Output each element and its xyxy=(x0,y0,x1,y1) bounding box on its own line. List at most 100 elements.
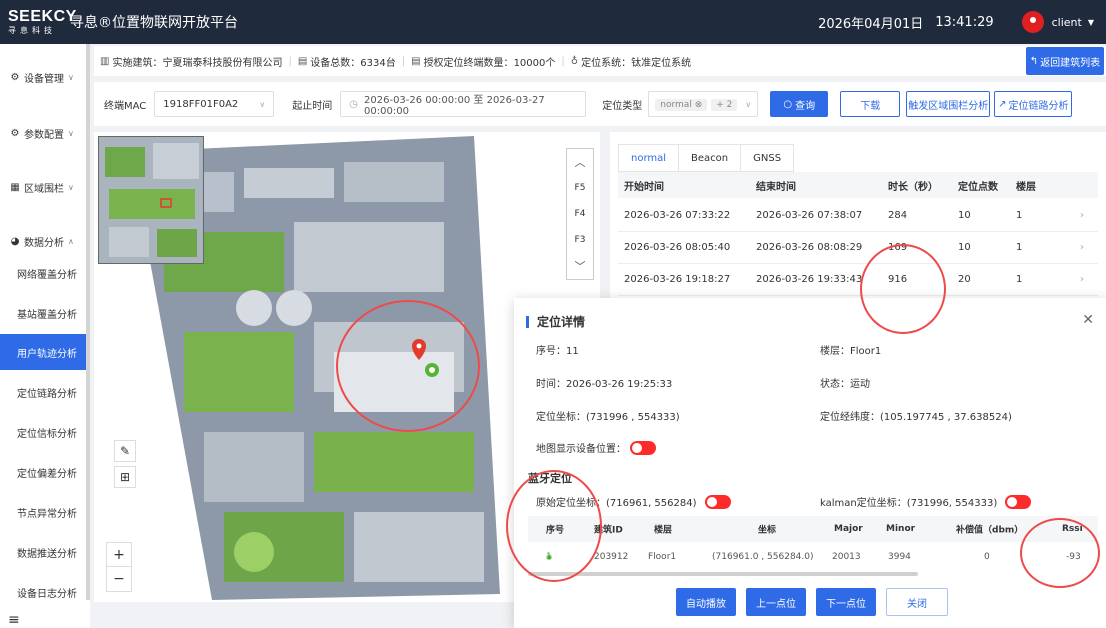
floor-option[interactable]: F4 xyxy=(567,201,593,227)
detail-status: 状态：运动 xyxy=(820,379,870,390)
logo-sub: 寻息科技 xyxy=(8,26,56,35)
grid-icon[interactable]: ⊞ xyxy=(114,466,136,488)
sidebar-item-device-log[interactable]: 设备日志分析 xyxy=(0,574,86,610)
system-name: 钛准定位系统 xyxy=(631,57,692,69)
track-tabs: normal Beacon GNSS xyxy=(618,144,795,172)
type-more-tag: + 2 xyxy=(711,98,738,111)
track-table-header: 开始时间 结束时间 时长（秒） 定位点数 楼层 xyxy=(618,172,1098,198)
chevron-down-icon: ∨ xyxy=(68,183,74,192)
type-label: 定位类型 xyxy=(602,100,643,112)
building-icon: ▥ xyxy=(100,55,110,67)
system-label: 定位系统： xyxy=(581,57,632,69)
sidebar-item-data-push[interactable]: 数据推送分析 xyxy=(0,534,86,570)
kalman-coord-toggle[interactable] xyxy=(1005,494,1032,509)
sidebar-item-node-anomaly[interactable]: 节点异常分析 xyxy=(0,494,86,530)
sidebar-item-network-coverage[interactable]: 网络覆盖分析 xyxy=(0,255,86,291)
pie-chart-icon: ◕ xyxy=(10,236,20,247)
fence-analysis-button[interactable]: 触发区域围栏分析 xyxy=(906,91,991,117)
device-count: 6334台 xyxy=(360,57,396,69)
fence-icon: ▦ xyxy=(10,182,20,193)
table-row[interactable]: 2026-03-26 07:33:22 2026-03-26 07:38:07 28… xyxy=(618,200,1098,232)
annotation-circle-duration xyxy=(860,244,946,334)
tab-beacon[interactable]: Beacon xyxy=(679,145,742,171)
sidebar-scrollbar[interactable] xyxy=(86,44,90,600)
building-label: 实施建筑： xyxy=(112,57,163,69)
sidebar: ⚙ 设备管理 ∨ ⚙ 参数配置 ∨ ▦ 区域围栏 ∨ ◕ 数据分析 ∧ 网络覆盖… xyxy=(0,44,90,628)
detail-seq: 序号：11 xyxy=(536,346,579,357)
time-range-picker[interactable]: ◷ 2026-03-26 00:00:00 至 2026-03-27 00:00… xyxy=(340,91,587,117)
mac-label: 终端MAC xyxy=(104,100,147,112)
type-tag[interactable]: normal ⊗ xyxy=(655,98,708,111)
chevron-right-icon: › xyxy=(1080,242,1084,253)
show-device-row: 地图显示设备位置： xyxy=(536,440,656,455)
building-name: 宁夏瑞泰科技股份有限公司 xyxy=(162,57,283,69)
link-analysis-button[interactable]: ↗ 定位链路分析 xyxy=(994,91,1073,117)
table-row[interactable]: 2026-03-26 19:18:27 2026-03-26 19:33:43 91… xyxy=(618,264,1098,296)
user-icon xyxy=(1029,17,1036,23)
kalman-coord-label: kalman定位坐标：(731996, 554333) xyxy=(820,498,998,509)
zoom-out-button[interactable]: − xyxy=(107,567,131,591)
sidebar-group-device[interactable]: ⚙ 设备管理 ∨ xyxy=(10,70,74,85)
table-row[interactable]: 2026-03-26 08:05:40 2026-03-26 08:08:29 16… xyxy=(618,232,1098,264)
auth-count-label: 授权定位终端数量： xyxy=(423,57,514,69)
sidebar-item-station-coverage[interactable]: 基站覆盖分析 xyxy=(0,295,86,331)
detail-coord: 定位坐标：(731996 , 554333) xyxy=(536,412,680,423)
user-name[interactable]: client xyxy=(1052,16,1082,29)
menu-collapse-icon[interactable]: ≡ xyxy=(8,612,20,628)
chevron-down-icon: ∨ xyxy=(259,99,266,109)
sidebar-group-fence[interactable]: ▦ 区域围栏 ∨ xyxy=(10,180,74,195)
mac-select[interactable]: 1918FF01F0A2 ∨ xyxy=(154,91,275,117)
detail-floor: 楼层：Floor1 xyxy=(820,346,882,357)
external-link-icon: ↗ xyxy=(998,98,1007,110)
building-info-bar: ▥ 实施建筑： 宁夏瑞泰科技股份有限公司 | ▤ 设备总数： 6334台 | ▤… xyxy=(94,46,1106,76)
back-to-buildings-button[interactable]: ↰ 返回建筑列表 xyxy=(1026,47,1104,75)
location-type-select[interactable]: normal ⊗ + 2 ∨ xyxy=(648,91,759,117)
zoom-control: + − xyxy=(106,542,132,592)
download-button[interactable]: 下载 xyxy=(840,91,901,117)
sidebar-item-link-analysis[interactable]: 定位链路分析 xyxy=(0,374,86,410)
sidebar-group-label: 参数配置 xyxy=(24,130,64,141)
close-button[interactable]: 关闭 xyxy=(886,588,948,616)
mini-map[interactable] xyxy=(98,136,204,264)
floor-down-icon[interactable]: ﹀ xyxy=(567,253,593,279)
show-device-toggle[interactable] xyxy=(630,440,656,455)
sidebar-group-label: 设备管理 xyxy=(24,74,64,85)
chevron-down-icon: ∨ xyxy=(68,129,74,138)
mac-value: 1918FF01F0A2 xyxy=(163,98,239,110)
sidebar-item-user-track[interactable]: 用户轨迹分析 xyxy=(0,334,86,370)
chevron-down-icon: ∨ xyxy=(68,73,74,82)
current-time: 13:41:29 xyxy=(935,14,994,30)
tab-gnss[interactable]: GNSS xyxy=(741,145,793,171)
sidebar-item-deviation-analysis[interactable]: 定位偏差分析 xyxy=(0,454,86,490)
ruler-icon[interactable]: ✎ xyxy=(114,440,136,462)
back-arrow-icon: ↰ xyxy=(1029,55,1039,67)
table-row[interactable]: 1 ◉ 203912 Floor1 (716961.0 , 556284.0) … xyxy=(528,542,1098,572)
location-detail-dialog: 定位详情 ✕ 序号：11 楼层：Floor1 时间：2026-03-26 19:… xyxy=(514,298,1106,628)
query-button[interactable]: ○ 查询 xyxy=(770,91,829,117)
time-label: 起止时间 xyxy=(292,100,333,112)
device-icon: ▤ xyxy=(297,55,308,67)
floor-up-icon[interactable]: ︿ xyxy=(567,149,593,175)
zoom-in-button[interactable]: + xyxy=(107,543,131,567)
user-avatar[interactable] xyxy=(1021,11,1044,33)
autoplay-button[interactable]: 自动播放 xyxy=(676,588,736,616)
horizontal-scrollbar[interactable] xyxy=(528,572,918,576)
prev-point-button[interactable]: 上一点位 xyxy=(746,588,806,616)
tab-normal[interactable]: normal xyxy=(619,145,680,171)
raw-coord-toggle[interactable] xyxy=(704,494,731,509)
floor-option[interactable]: F5 xyxy=(567,175,593,201)
next-point-button[interactable]: 下一点位 xyxy=(816,588,876,616)
time-range-value: 2026-03-26 00:00:00 至 2026-03-27 00:00:0… xyxy=(364,95,545,117)
show-device-label: 地图显示设备位置： xyxy=(536,444,626,455)
floor-option[interactable]: F3 xyxy=(567,227,593,253)
sidebar-group-params[interactable]: ⚙ 参数配置 ∨ xyxy=(10,126,74,141)
chevron-right-icon: › xyxy=(1080,274,1084,285)
sidebar-group-analysis[interactable]: ◕ 数据分析 ∧ xyxy=(10,234,74,249)
sidebar-item-beacon-analysis[interactable]: 定位信标分析 xyxy=(0,414,86,450)
annotation-circle-rssi xyxy=(1020,518,1100,588)
close-icon[interactable]: ✕ xyxy=(1082,312,1094,328)
detail-lnglat: 定位经纬度：(105.197745 , 37.638524) xyxy=(820,412,1012,423)
user-dropdown-icon[interactable]: ▼ xyxy=(1088,18,1094,27)
search-icon: ○ xyxy=(783,98,793,110)
license-icon: ▤ xyxy=(411,55,421,67)
